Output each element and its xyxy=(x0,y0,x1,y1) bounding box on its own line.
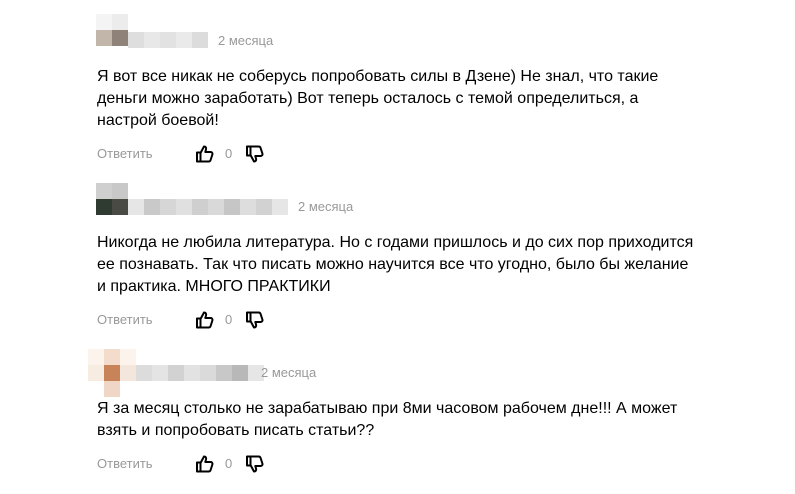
comment-text-line: Никогда не любила литература. Но с годам… xyxy=(97,234,694,251)
thumbs-down-icon[interactable] xyxy=(245,144,265,164)
like-count: 0 xyxy=(225,146,233,161)
comment-text-line: Я за месяц столько не зарабатываю при 8м… xyxy=(97,400,678,417)
comment-text-line: и практика. МНОГО ПРАКТИКИ xyxy=(97,278,331,295)
reply-button[interactable]: Ответить xyxy=(97,312,153,327)
avatar[interactable] xyxy=(96,14,128,46)
like-count: 0 xyxy=(225,456,233,471)
comment-text-line: ее познавать. Так что писать можно научи… xyxy=(97,256,689,273)
comment-time: 2 месяца xyxy=(261,365,317,380)
comment-time: 2 месяца xyxy=(298,199,354,214)
thumbs-up-icon[interactable] xyxy=(195,310,215,330)
comment-text: Я вот все никак не соберусь попробовать … xyxy=(97,66,717,132)
thumbs-down-icon[interactable] xyxy=(245,310,265,330)
comment-text-line: деньги можно заработать) Вот теперь оста… xyxy=(97,90,639,107)
comment-text: Никогда не любила литература. Но с годам… xyxy=(97,232,717,298)
comment-time: 2 месяца xyxy=(218,33,274,48)
comment-text: Я за месяц столько не зарабатываю при 8м… xyxy=(97,398,717,442)
reply-button[interactable]: Ответить xyxy=(97,146,153,161)
avatar[interactable] xyxy=(88,349,136,397)
reply-button[interactable]: Ответить xyxy=(97,456,153,471)
thumbs-down-icon[interactable] xyxy=(245,454,265,474)
comment-text-line: Я вот все никак не соберусь попробовать … xyxy=(97,68,659,85)
thumbs-up-icon[interactable] xyxy=(195,144,215,164)
avatar[interactable] xyxy=(96,183,128,215)
author-name-blurred[interactable] xyxy=(136,365,264,381)
thumbs-up-icon[interactable] xyxy=(195,454,215,474)
author-name-blurred[interactable] xyxy=(128,32,208,48)
comment-text-line: взять и попробовать писать статьи?? xyxy=(97,422,375,439)
like-count: 0 xyxy=(225,312,233,327)
comment-text-line: настрой боевой! xyxy=(97,112,219,129)
author-name-blurred[interactable] xyxy=(128,199,288,215)
